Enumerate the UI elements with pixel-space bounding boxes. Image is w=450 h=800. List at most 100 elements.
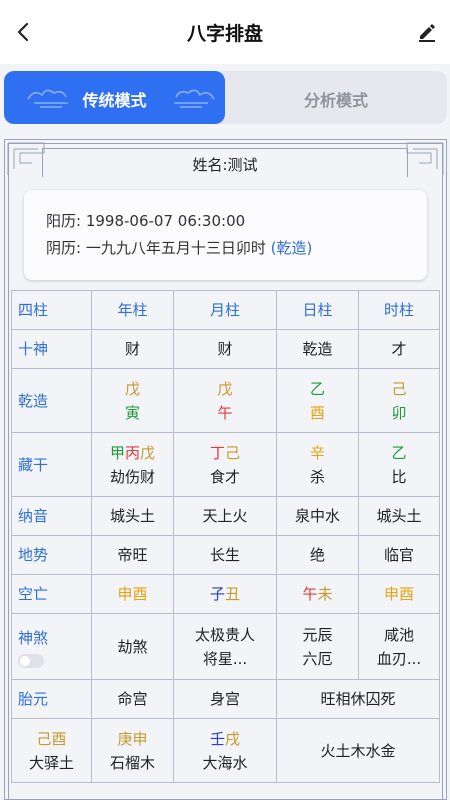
pen-icon: [419, 24, 435, 42]
nayin-hour: 城头土: [358, 496, 440, 536]
hidden-stem: 己: [225, 443, 241, 462]
table-row: 地势 帝旺 长生 绝 临官: [11, 535, 440, 575]
row-label-shishen: 十神: [11, 329, 92, 369]
birth-info-card: 阳历: 1998-06-07 06:30:00 阴历: 一九九八年五月十三日卯时…: [24, 190, 427, 280]
cloud-icon: [174, 89, 215, 108]
solar-value: 1998-06-07 06:30:00: [85, 212, 246, 230]
table-row: 四柱 年柱 月柱 日柱 时柱: [11, 290, 440, 330]
person-name: 姓名:测试: [192, 156, 258, 174]
canggan-year: 甲丙戊 劫伤财: [91, 432, 174, 497]
header-hour: 时柱: [358, 290, 440, 330]
kongwang-year: 申酉: [91, 574, 174, 614]
lunar-label: 阴历:: [46, 239, 82, 257]
row-label-kongwang: 空亡: [11, 574, 92, 614]
nayin-year: 城头土: [91, 496, 174, 536]
bottom-cell-shengong: 壬戌 大海水: [173, 718, 277, 783]
page-title: 八字排盘: [186, 23, 263, 45]
dishi-hour: 临官: [358, 535, 440, 575]
wuxing-cell: 火土木水金: [276, 718, 440, 783]
mode-tabs: 传统模式 分析模式: [4, 71, 447, 124]
bottom-cell-minggong: 庚申 石榴木: [91, 718, 174, 783]
stem-year: 戊: [124, 379, 140, 398]
kongwang-month: 子丑: [173, 574, 277, 614]
row-label-qianzao: 乾造: [11, 368, 92, 433]
minggong-cell[interactable]: 命宫: [91, 679, 174, 719]
nayin-day: 泉中水: [276, 496, 359, 536]
pillar-year[interactable]: 戊 寅: [91, 368, 174, 433]
tab-traditional[interactable]: 传统模式: [4, 71, 225, 124]
stem-char: 申: [132, 729, 148, 748]
shensha-label: 神煞: [18, 628, 49, 647]
table-row: 藏干 甲丙戊 劫伤财 丁己 食才 辛 杀 乙 比: [11, 432, 440, 497]
shensha-year[interactable]: 劫煞: [91, 613, 174, 680]
app-header: 八字排盘: [0, 0, 450, 64]
kongwang-char: 子: [209, 585, 225, 603]
row-label-shensha: 神煞: [11, 613, 92, 680]
tab-analysis[interactable]: 分析模式: [225, 71, 447, 124]
nayin-month: 天上火: [173, 496, 277, 536]
kongwang-char: 未: [317, 585, 333, 603]
table-row: 胎元 命宫 身宫 旺相休囚死: [11, 679, 440, 719]
bottom-cell-taiyuan: 己酉 大驿土: [11, 718, 92, 783]
stem-char: 酉: [51, 729, 67, 748]
solar-label: 阳历:: [46, 212, 82, 230]
shensha-item: 血刃...: [376, 649, 422, 668]
edit-button[interactable]: [414, 19, 440, 45]
pillar-day[interactable]: 乙 酉: [276, 368, 359, 433]
hidden-stem: 丙: [124, 443, 140, 462]
pillar-month[interactable]: 戊 午: [173, 368, 277, 433]
shishen-hour: 才: [358, 329, 440, 369]
kongwang-char: 酉: [132, 585, 148, 603]
hidden-gods: 食才: [209, 467, 240, 486]
kongwang-char: 申: [117, 585, 133, 603]
bazi-table: 四柱 年柱 月柱 日柱 时柱 十神 财 财 乾造 才 乾造 戊 寅 戊 午 乙 …: [11, 290, 440, 783]
bottom-nayin: 石榴木: [109, 753, 155, 772]
wangxiang-cell[interactable]: 旺相休囚死: [276, 679, 440, 719]
hidden-stem: 戊: [140, 443, 156, 462]
shensha-month[interactable]: 太极贵人 将星...: [173, 613, 277, 680]
bottom-nayin: 大驿土: [28, 753, 74, 772]
pillar-hour[interactable]: 己 卯: [358, 368, 440, 433]
shensha-hour[interactable]: 咸池 血刃...: [358, 613, 440, 680]
hidden-gods: 劫伤财: [109, 467, 155, 486]
shensha-item: 劫煞: [117, 637, 148, 656]
kongwang-day: 午未: [276, 574, 359, 614]
row-label-nayin: 纳音: [11, 496, 92, 536]
hidden-stem: 丁: [209, 443, 225, 462]
solar-date-line: 阳历: 1998-06-07 06:30:00: [46, 210, 245, 231]
stem-hour: 己: [391, 379, 407, 398]
canggan-month: 丁己 食才: [173, 432, 277, 497]
shensha-item: 咸池: [383, 625, 414, 644]
lunar-value: 一九九八年五月十三日卯时: [85, 239, 266, 257]
hidden-gods: 比: [391, 467, 407, 486]
row-label-taiyuan: 胎元: [11, 679, 92, 719]
table-row: 十神 财 财 乾造 才: [11, 329, 440, 369]
shensha-item: 元辰: [302, 625, 333, 644]
kongwang-char: 酉: [399, 585, 415, 603]
branch-hour: 卯: [391, 403, 407, 422]
table-row: 纳音 城头土 天上火 泉中水 城头土: [11, 496, 440, 536]
shensha-toggle[interactable]: [18, 653, 44, 668]
branch-year: 寅: [124, 403, 140, 422]
name-bar: 姓名:测试: [42, 148, 408, 177]
lunar-date-line: 阴历: 一九九八年五月十三日卯时 (乾造): [46, 237, 312, 258]
tab-analysis-label: 分析模式: [303, 91, 368, 110]
header-day: 日柱: [276, 290, 359, 330]
kongwang-char: 午: [302, 585, 318, 603]
dishi-month: 长生: [173, 535, 277, 575]
shishen-year: 财: [91, 329, 174, 369]
canggan-day: 辛 杀: [276, 432, 359, 497]
bottom-nayin: 大海水: [202, 753, 248, 772]
stem-char: 壬: [209, 729, 225, 748]
shengong-cell[interactable]: 身宫: [173, 679, 277, 719]
shensha-item: 六厄: [302, 649, 333, 668]
dishi-year: 帝旺: [91, 535, 174, 575]
hidden-stem: 乙: [391, 443, 407, 462]
header-sizhu: 四柱: [11, 290, 92, 330]
branch-month: 午: [217, 403, 233, 422]
table-row: 神煞 劫煞 太极贵人 将星... 元辰 六厄 咸池 血刃...: [11, 613, 440, 680]
shensha-item: 将星...: [202, 649, 248, 668]
stem-month: 戊: [217, 379, 233, 398]
stem-char: 戌: [225, 729, 241, 748]
shensha-day[interactable]: 元辰 六厄: [276, 613, 359, 680]
